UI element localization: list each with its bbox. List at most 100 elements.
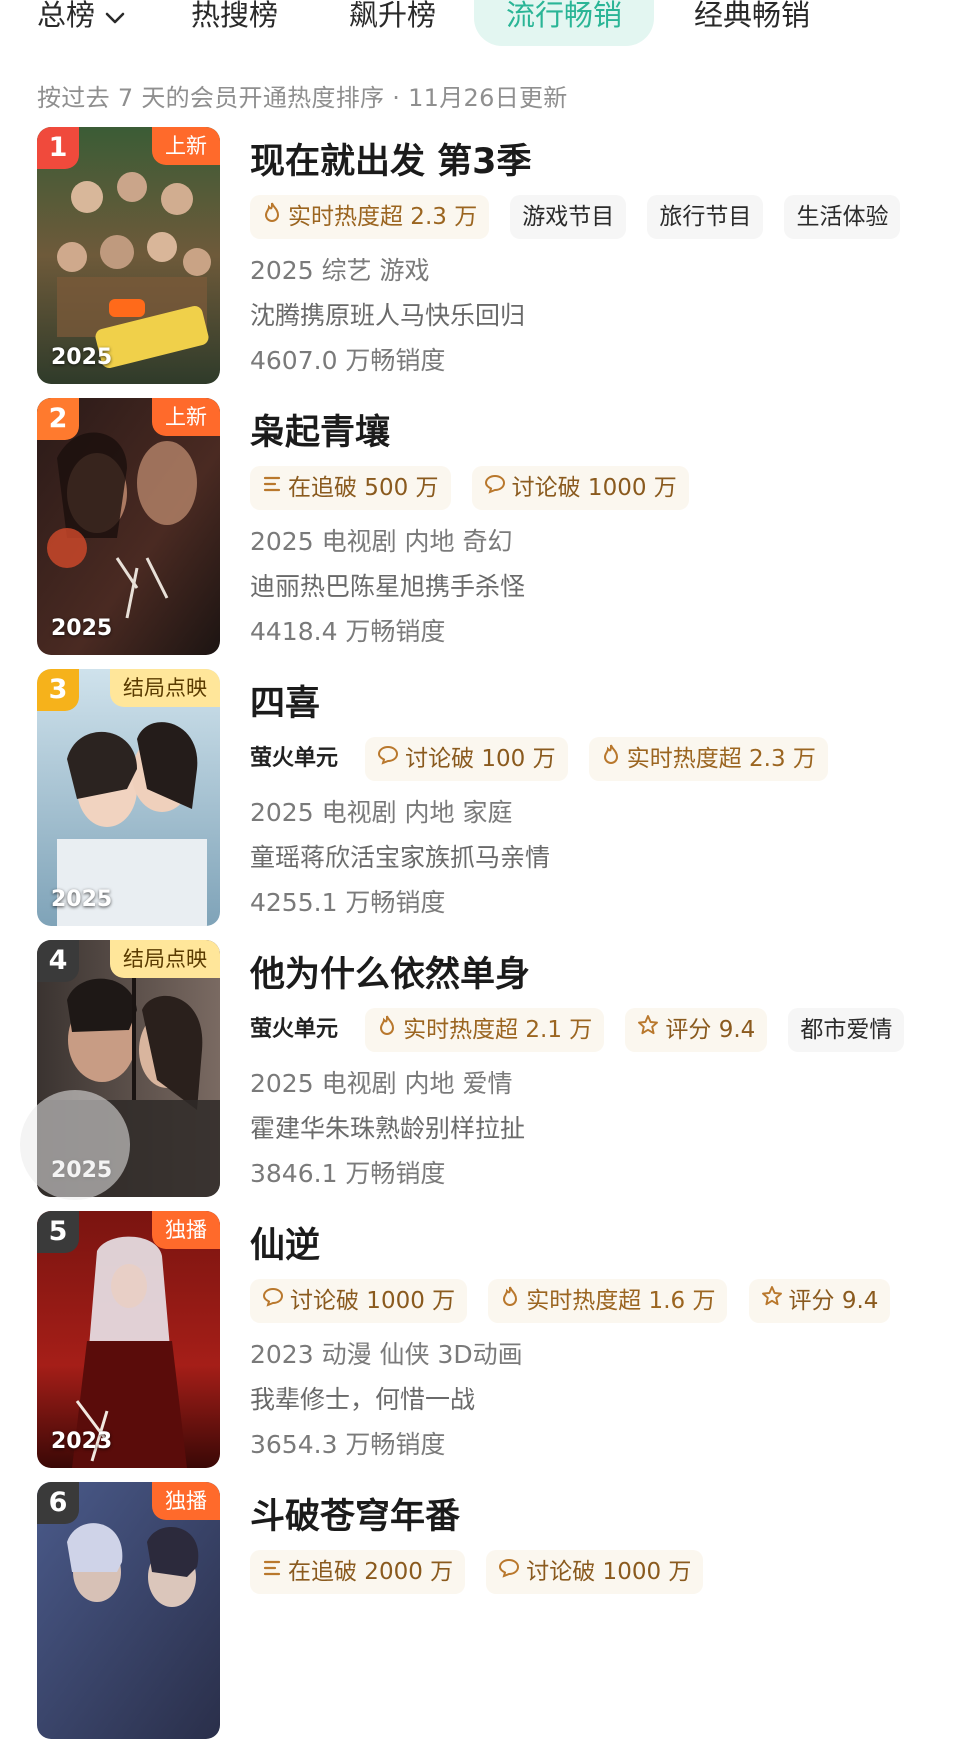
- rank-badge: 6: [37, 1482, 79, 1524]
- tag-text: 讨论破 1000 万: [290, 1288, 456, 1314]
- flame-icon: [377, 1007, 397, 1051]
- genre-line: 2025 电视剧 内地 奇幻: [250, 527, 513, 556]
- tag-list: 萤火单元 讨论破 100 万 实时热度超 2.3 万: [250, 737, 844, 781]
- status-badge: 上新: [152, 398, 220, 436]
- description: 霍建华朱珠熟龄别样拉扯: [250, 1114, 526, 1143]
- list-item[interactable]: 2 上新 2025 枭起青壤 在追破 500 万 讨论破 1000 万 2025…: [0, 398, 959, 656]
- tag-list: 在追破 2000 万 讨论破 1000 万: [250, 1550, 719, 1594]
- status-badge: 结局点映: [110, 940, 220, 978]
- tag-text: 讨论破 100 万: [405, 746, 556, 772]
- list-icon: [262, 1549, 282, 1593]
- tab-classic-bestseller-label: 经典畅销: [694, 0, 811, 32]
- sales-count: 4418.4 万畅销度: [250, 617, 446, 646]
- description: 我辈修士，何惜一战: [250, 1385, 476, 1414]
- flame-icon: [500, 1278, 520, 1322]
- genre-line: 2023 动漫 仙侠 3D动画: [250, 1340, 523, 1369]
- tab-rising[interactable]: 飙升榜: [349, 0, 436, 46]
- show-title[interactable]: 仙逆: [250, 1217, 320, 1268]
- genre-tag[interactable]: 旅行节目: [647, 195, 764, 239]
- chevron-down-icon: [105, 0, 125, 39]
- poster[interactable]: 2 上新 2025: [37, 398, 220, 655]
- discussion-tag: 讨论破 1000 万: [471, 465, 689, 510]
- sales-count: 4255.1 万畅销度: [250, 888, 446, 917]
- tag-list: 实时热度超 2.3 万 游戏节目 旅行节目 生活体验: [250, 195, 916, 239]
- tag-list: 在追破 500 万 讨论破 1000 万: [250, 466, 705, 510]
- genre-tag[interactable]: 都市爱情: [788, 1008, 905, 1052]
- sales-count: 3846.1 万畅销度: [250, 1159, 446, 1188]
- firefly-unit-logo: 萤火单元: [250, 746, 339, 771]
- poster[interactable]: 3 结局点映 2025: [37, 669, 220, 926]
- rank-badge: 2: [37, 398, 79, 440]
- sales-count: 4607.0 万畅销度: [250, 346, 446, 375]
- chat-icon: [484, 465, 506, 509]
- tab-overall-label: 总榜: [37, 0, 96, 32]
- list-item[interactable]: 4 结局点映 2025 他为什么依然单身 萤火单元 实时热度超 2.1 万 评分…: [0, 940, 959, 1198]
- hot-tag: 实时热度超 2.1 万: [365, 1007, 605, 1052]
- poster-year: 2023: [51, 1429, 113, 1454]
- list-item[interactable]: 5 独播 2023 仙逆 讨论破 1000 万 实时热度超 1.6 万 评分 9…: [0, 1211, 959, 1469]
- chat-icon: [377, 736, 399, 780]
- poster-year: 2025: [51, 345, 113, 370]
- show-title[interactable]: 枭起青壤: [250, 404, 390, 455]
- genre-tag[interactable]: 生活体验: [784, 195, 901, 239]
- show-title[interactable]: 四喜: [250, 675, 320, 726]
- firefly-unit-logo: 萤火单元: [250, 1017, 339, 1042]
- description: 童瑶蒋欣活宝家族抓马亲情: [250, 843, 551, 872]
- poster-year: 2025: [51, 887, 113, 912]
- list-item[interactable]: 3 结局点映 2025 四喜 萤火单元 讨论破 100 万 实时热度超 2.3 …: [0, 669, 959, 927]
- poster-year: 2025: [51, 616, 113, 641]
- rating-tag: 评分 9.4: [625, 1007, 768, 1052]
- tab-popular-bestseller[interactable]: 流行畅销: [474, 0, 655, 46]
- chat-icon: [262, 1278, 284, 1322]
- tag-text: 在追破 500 万: [288, 475, 439, 501]
- tag-list: 萤火单元 实时热度超 2.1 万 评分 9.4 都市爱情: [250, 1008, 920, 1052]
- chat-icon: [498, 1549, 520, 1593]
- list-item[interactable]: 6 独播 斗破苍穹年番 在追破 2000 万 讨论破 1000 万: [0, 1482, 959, 1740]
- ranking-tabs: 总榜 热搜榜 飙升榜 流行畅销 经典畅销: [0, 0, 959, 46]
- tag-text: 讨论破 1000 万: [511, 475, 677, 501]
- tab-hot-search-label: 热搜榜: [191, 0, 279, 32]
- tab-classic-bestseller[interactable]: 经典畅销: [694, 0, 810, 46]
- status-badge: 上新: [152, 127, 220, 165]
- hot-tag: 实时热度超 2.3 万: [588, 737, 828, 781]
- show-title[interactable]: 斗破苍穹年番: [250, 1488, 460, 1539]
- show-title[interactable]: 他为什么依然单身: [250, 946, 530, 997]
- tag-text: 评分 9.4: [665, 1017, 756, 1043]
- sales-count: 3654.3 万畅销度: [250, 1430, 446, 1459]
- poster[interactable]: 5 独播 2023: [37, 1211, 220, 1468]
- rank-badge: 5: [37, 1211, 79, 1253]
- genre-line: 2025 综艺 游戏: [250, 256, 430, 285]
- status-badge: 独播: [152, 1482, 220, 1520]
- discussion-tag: 讨论破 100 万: [365, 737, 568, 781]
- list-icon: [262, 465, 282, 509]
- tab-rising-label: 飙升榜: [349, 0, 437, 32]
- status-badge: 独播: [152, 1211, 220, 1249]
- show-title[interactable]: 现在就出发 第3季: [250, 133, 532, 184]
- tab-hot-search[interactable]: 热搜榜: [191, 0, 278, 46]
- discussion-tag: 讨论破 1000 万: [486, 1549, 704, 1594]
- list-item[interactable]: 1 上新 2025 现在就出发 第3季 实时热度超 2.3 万 游戏节目 旅行节…: [0, 127, 959, 385]
- status-badge: 结局点映: [110, 669, 220, 707]
- rank-badge: 1: [37, 127, 79, 169]
- star-icon: [637, 1007, 659, 1051]
- description: 沈腾携原班人马快乐回归: [250, 301, 526, 330]
- following-tag: 在追破 500 万: [250, 466, 451, 510]
- ranking-subtitle: 按过去 7 天的会员开通热度排序 · 11月26日更新: [37, 84, 568, 112]
- hot-tag: 实时热度超 1.6 万: [488, 1278, 728, 1323]
- genre-tag[interactable]: 游戏节目: [510, 195, 627, 239]
- tag-text: 讨论破 1000 万: [526, 1559, 692, 1585]
- flame-icon: [262, 194, 282, 238]
- tag-text: 在追破 2000 万: [288, 1559, 454, 1585]
- tab-popular-bestseller-label: 流行畅销: [506, 0, 623, 32]
- description: 迪丽热巴陈星旭携手杀怪: [250, 572, 526, 601]
- tab-overall[interactable]: 总榜: [37, 0, 125, 46]
- hot-tag: 实时热度超 2.3 万: [250, 194, 490, 239]
- tag-text: 实时热度超 1.6 万: [526, 1288, 716, 1314]
- poster[interactable]: 6 独播: [37, 1482, 220, 1739]
- rating-tag: 评分 9.4: [748, 1279, 891, 1323]
- tag-text: 实时热度超 2.3 万: [626, 746, 816, 772]
- poster[interactable]: 1 上新 2025: [37, 127, 220, 384]
- tag-text: 实时热度超 2.1 万: [403, 1017, 593, 1043]
- tag-text: 实时热度超 2.3 万: [288, 204, 478, 230]
- floating-assist-ball[interactable]: [20, 1090, 130, 1200]
